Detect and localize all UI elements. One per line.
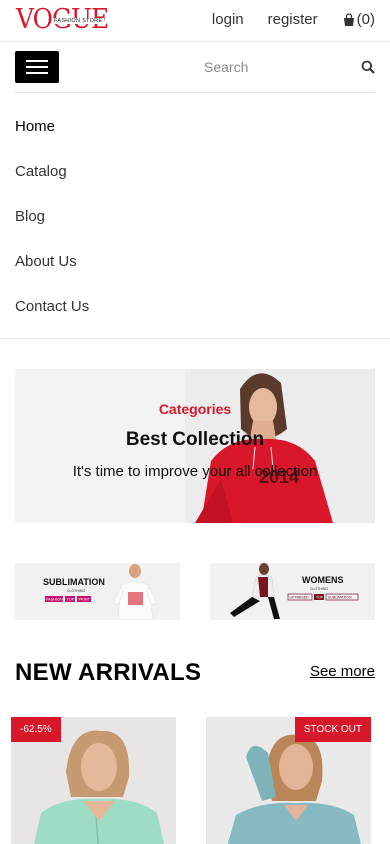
discount-badge: -62.5% (11, 717, 61, 742)
nav-item-about-us[interactable]: About Us (15, 239, 89, 284)
promo-small-text: CLOTHING (310, 587, 328, 591)
logo-subtext: FASHION STORE (52, 18, 105, 24)
stock-out-badge: STOCK OUT (294, 717, 371, 742)
search-icon[interactable] (361, 60, 375, 74)
promo-banner-sublimation[interactable]: SUBLIMATION CLOTHING FASHION TOP PRINT (15, 563, 180, 620)
shopping-bag-icon (343, 12, 354, 26)
promo-tag: TOP (67, 598, 75, 602)
promo-heading: SUBLIMATION (43, 577, 105, 587)
login-link[interactable]: login (212, 11, 244, 28)
nav-item-blog[interactable]: Blog (15, 194, 89, 239)
new-arrivals-heading: NEW ARRIVALS (15, 659, 202, 686)
hero-banner[interactable]: 2014 Categories Best Collection It's tim… (15, 369, 375, 523)
banner-category: Categories (158, 401, 232, 417)
product-card[interactable]: -62.5% (11, 717, 176, 844)
promo-small-text: CLOTHING (67, 589, 85, 593)
account-links: login register (0) (188, 11, 375, 28)
cart-count: (0) (356, 11, 375, 28)
search-box (200, 55, 375, 79)
promo-tag: FASHION (46, 598, 63, 602)
banner-title: Best Collection (125, 429, 265, 450)
promo-heading: WOMENS (302, 575, 344, 585)
main-navigation: Home Catalog Blog About Us Contact Us (15, 104, 89, 329)
nav-item-catalog[interactable]: Catalog (15, 149, 89, 194)
promo-tag: TOP (316, 596, 324, 600)
see-more-link[interactable]: See more (310, 663, 375, 680)
menu-bar (26, 60, 48, 62)
store-logo[interactable]: VOGUE FASHION STORE (16, 6, 116, 36)
promo-tag: SUBLIMATION (328, 596, 352, 600)
search-input[interactable] (200, 55, 375, 79)
nav-item-contact-us[interactable]: Contact Us (15, 284, 89, 329)
womens-promo-image: WOMENS CLOTHING UPTIMISED TOP SUBLIMATIO… (210, 563, 375, 620)
product-card[interactable]: STOCK OUT (206, 717, 371, 844)
banner-subtitle: It's time to improve your all collection (72, 463, 318, 480)
promo-banner-womens[interactable]: WOMENS CLOTHING UPTIMISED TOP SUBLIMATIO… (210, 563, 375, 620)
hamburger-menu-button[interactable] (15, 51, 59, 83)
divider (15, 92, 375, 93)
menu-bar (26, 66, 48, 68)
menu-bar (26, 72, 48, 74)
promo-tag: UPTIMISED (290, 596, 310, 600)
cart-button[interactable]: (0) (342, 11, 375, 28)
top-bar: VOGUE FASHION STORE login register (0) (0, 0, 390, 42)
sublimation-promo-image: SUBLIMATION CLOTHING FASHION TOP PRINT (15, 563, 180, 620)
register-link[interactable]: register (268, 11, 318, 28)
nav-item-home[interactable]: Home (15, 104, 89, 149)
promo-tag: PRINT (79, 598, 91, 602)
divider (0, 338, 390, 339)
